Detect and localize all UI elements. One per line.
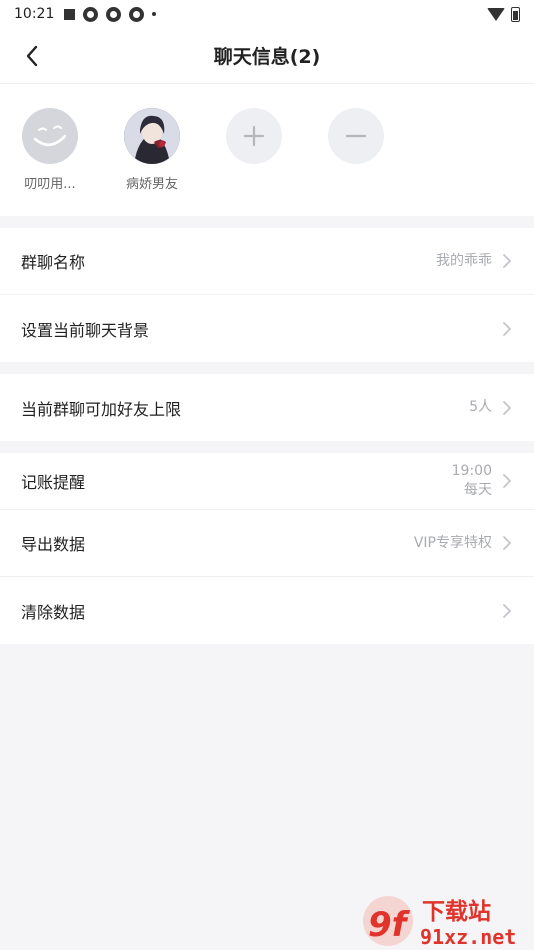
minus-icon	[345, 134, 367, 138]
chevron-right-icon	[500, 254, 514, 268]
row-label: 记账提醒	[21, 473, 86, 492]
watermark-logo-mark: 9f	[368, 905, 411, 945]
status-time: 10:21	[14, 6, 55, 22]
member-name: 病娇男友	[125, 177, 178, 192]
export-data-row[interactable]: 导出数据 VIP专享特权	[0, 510, 534, 577]
status-bar: 10:21	[0, 0, 534, 28]
anime-character-avatar	[124, 108, 180, 164]
row-value: 我的乖乖	[436, 252, 492, 269]
group-name-row[interactable]: 群聊名称 我的乖乖	[0, 228, 534, 295]
more-notifications-icon	[152, 12, 157, 16]
clear-data-row[interactable]: 清除数据	[0, 577, 534, 644]
remove-member-item[interactable]	[328, 108, 430, 216]
chevron-right-icon	[500, 603, 514, 618]
settings-group-chat: 群聊名称 我的乖乖 设置当前聊天背景	[0, 228, 534, 362]
reminder-frequency: 每天	[464, 482, 492, 498]
wifi-icon	[487, 7, 505, 21]
plus-icon	[243, 125, 265, 147]
member-list: 叨叨用... 病娇男友	[0, 84, 534, 216]
member-item[interactable]: 病娇男友	[124, 108, 226, 216]
battery-icon	[511, 6, 520, 22]
avatar[interactable]	[124, 108, 180, 164]
chevron-left-icon	[26, 45, 38, 67]
watermark-title: 下载站	[422, 899, 491, 925]
row-value: 5人	[469, 399, 492, 416]
notification-icons	[64, 6, 157, 22]
settings-group-data: 记账提醒 19:00 每天 导出数据 VIP专享特权 清除数据	[0, 453, 534, 644]
row-label: 当前群聊可加好友上限	[21, 399, 182, 419]
friend-limit-row[interactable]: 当前群聊可加好友上限 5人	[0, 374, 534, 441]
notification-app-icon	[106, 6, 122, 22]
chevron-right-icon	[500, 400, 514, 415]
settings-group-friends: 当前群聊可加好友上限 5人	[0, 374, 534, 441]
row-label: 设置当前聊天背景	[21, 320, 150, 340]
chevron-right-icon	[500, 536, 514, 550]
member-item[interactable]: 叨叨用...	[22, 108, 124, 216]
add-member-button[interactable]	[226, 108, 282, 164]
watermark-url: 91xz.net	[420, 925, 516, 949]
reminder-time: 19:00	[451, 463, 492, 480]
page-title: 聊天信息(2)	[213, 46, 321, 68]
notification-app-icon	[83, 6, 99, 22]
member-name: 叨叨用...	[24, 177, 76, 192]
chevron-right-icon	[500, 321, 514, 336]
row-value: VIP专享特权	[413, 534, 492, 551]
smile-face-icon	[33, 125, 67, 147]
avatar[interactable]	[22, 108, 78, 164]
reminder-value: 19:00 每天	[452, 462, 492, 500]
add-member-item[interactable]	[226, 108, 328, 216]
remove-member-button[interactable]	[328, 108, 384, 164]
row-label: 清除数据	[21, 602, 86, 622]
chat-background-row[interactable]: 设置当前聊天背景	[0, 295, 534, 362]
notification-app-icon	[129, 6, 145, 22]
nav-bar: 聊天信息(2)	[0, 28, 534, 84]
row-label: 导出数据	[21, 535, 86, 554]
row-label: 群聊名称	[21, 253, 86, 272]
bookkeeping-reminder-row[interactable]: 记账提醒 19:00 每天	[0, 453, 534, 510]
watermark-logo: 9f 下载站 91xz.net	[360, 892, 532, 950]
chevron-right-icon	[500, 474, 514, 488]
notification-square-icon	[64, 8, 76, 20]
back-button[interactable]	[12, 36, 52, 76]
